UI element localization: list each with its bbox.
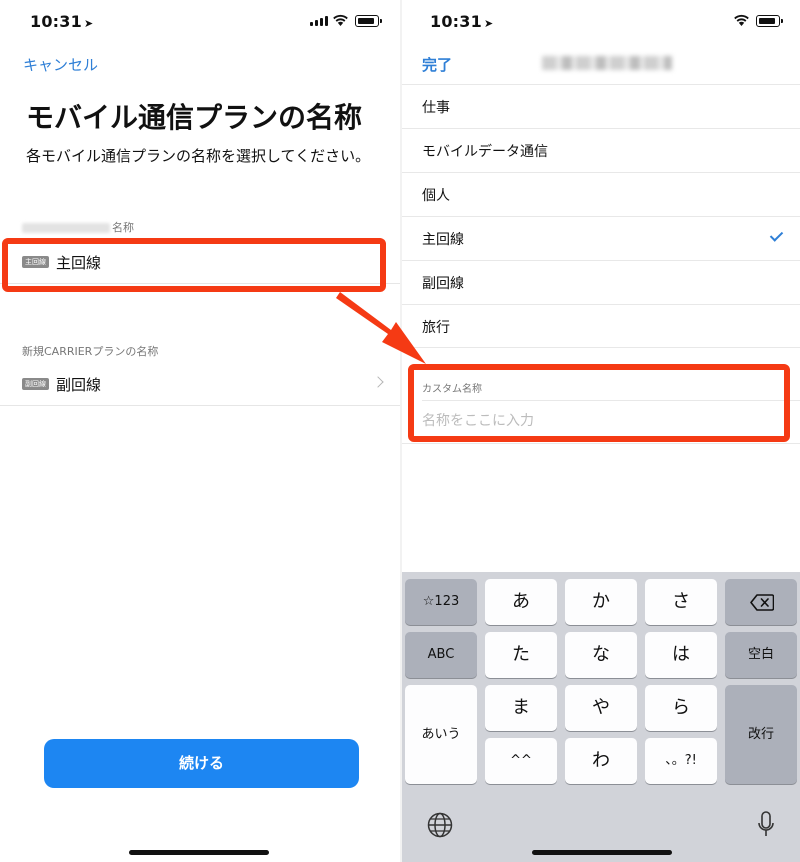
key-na[interactable]: な xyxy=(565,632,637,678)
done-button[interactable]: 完了 xyxy=(422,54,452,75)
option-label: 個人 xyxy=(422,188,450,204)
option-row-personal[interactable]: 個人 xyxy=(402,172,800,216)
status-time: 10:31 ➤ xyxy=(30,12,93,31)
option-row-work[interactable]: 仕事 xyxy=(402,84,800,128)
cellular-signal-icon xyxy=(310,16,328,26)
custom-name-header: カスタム名称 xyxy=(422,384,482,395)
plan-badge: 副回線 xyxy=(22,378,49,390)
page-subtitle: 各モバイル通信プランの名称を選択してください。 xyxy=(26,147,371,165)
key-kana[interactable]: あいう xyxy=(405,685,477,784)
key-ma[interactable]: ま xyxy=(485,685,557,731)
checkmark-icon xyxy=(769,228,784,242)
section-header-new: 新規CARRIERプランの名称 xyxy=(22,345,159,358)
option-row-mobile-data[interactable]: モバイルデータ通信 xyxy=(402,128,800,172)
custom-name-input[interactable] xyxy=(422,413,772,429)
keyboard: ☆123 あ か さ ABC た な は 空白 あいう ま や ら 改行 ^^ … xyxy=(402,572,800,862)
location-icon: ➤ xyxy=(483,17,494,30)
right-screen: 10:31 ➤ 完了 仕事 モバイルデータ通信 個人 主回線 副回線 旅行 カスタ… xyxy=(402,0,800,862)
key-ka[interactable]: か xyxy=(565,579,637,625)
key-return[interactable]: 改行 xyxy=(725,685,797,784)
option-label: 仕事 xyxy=(422,100,450,116)
key-delete[interactable] xyxy=(725,579,797,625)
redacted-carrier-title xyxy=(542,56,672,70)
option-row-secondary[interactable]: 副回線 xyxy=(402,260,800,304)
status-bar: 10:31 ➤ xyxy=(0,0,400,44)
home-indicator[interactable] xyxy=(532,850,672,855)
key-ra[interactable]: ら xyxy=(645,685,717,731)
key-punctuation[interactable]: 、。?! xyxy=(645,738,717,784)
key-ha[interactable]: は xyxy=(645,632,717,678)
delete-icon xyxy=(750,594,774,611)
microphone-icon[interactable] xyxy=(757,811,775,839)
status-time-text: 10:31 xyxy=(430,12,482,31)
chevron-right-icon xyxy=(372,376,384,388)
section-header-existing: 名称 xyxy=(22,219,134,235)
key-ta[interactable]: た xyxy=(485,632,557,678)
page-title: モバイル通信プランの名称 xyxy=(26,101,363,134)
key-emoticon[interactable]: ^^ xyxy=(485,738,557,784)
separator xyxy=(402,443,800,444)
left-screen: 10:31 ➤ キャンセル モバイル通信プランの名称 各モバイル通信プランの名称を… xyxy=(0,0,400,862)
wifi-icon xyxy=(333,14,348,26)
plan-row-label: 副回線 xyxy=(56,376,102,394)
key-numbers[interactable]: ☆123 xyxy=(405,579,477,625)
section-header-suffix: 名称 xyxy=(112,221,134,234)
separator xyxy=(422,400,800,401)
battery-icon xyxy=(756,15,783,27)
key-space[interactable]: 空白 xyxy=(725,632,797,678)
option-label: モバイルデータ通信 xyxy=(422,144,548,160)
arrow-icon xyxy=(336,292,426,364)
location-icon: ➤ xyxy=(83,17,94,30)
battery-icon xyxy=(355,15,382,27)
redacted-carrier-name xyxy=(22,223,110,233)
option-label: 主回線 xyxy=(422,232,464,248)
wifi-icon xyxy=(734,14,749,26)
status-bar: 10:31 ➤ xyxy=(402,0,800,44)
key-abc[interactable]: ABC xyxy=(405,632,477,678)
key-wa[interactable]: わ xyxy=(565,738,637,784)
status-time-text: 10:31 xyxy=(30,12,82,31)
globe-icon[interactable] xyxy=(427,812,453,838)
home-indicator[interactable] xyxy=(129,850,269,855)
plan-row-label: 主回線 xyxy=(56,254,102,272)
cancel-button[interactable]: キャンセル xyxy=(23,54,98,75)
plan-row-primary[interactable]: 主回線 主回線 xyxy=(0,240,400,284)
status-time: 10:31 ➤ xyxy=(430,12,493,31)
key-sa[interactable]: さ xyxy=(645,579,717,625)
option-row-primary[interactable]: 主回線 xyxy=(402,216,800,260)
key-ya[interactable]: や xyxy=(565,685,637,731)
key-a[interactable]: あ xyxy=(485,579,557,625)
continue-button[interactable]: 続ける xyxy=(44,739,359,788)
option-row-travel[interactable]: 旅行 xyxy=(402,304,800,348)
plan-badge: 主回線 xyxy=(22,256,49,268)
